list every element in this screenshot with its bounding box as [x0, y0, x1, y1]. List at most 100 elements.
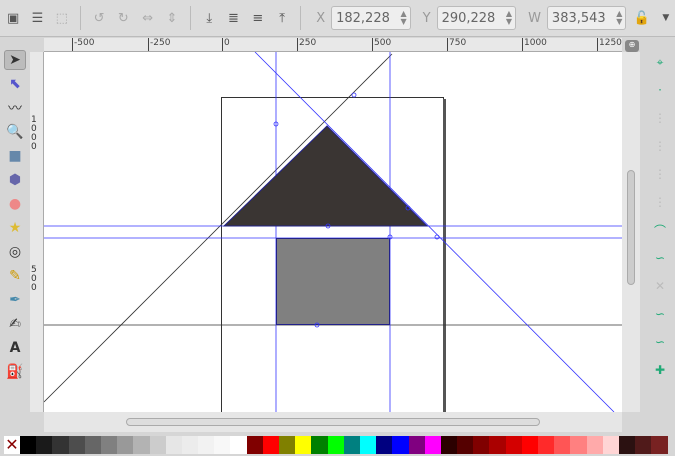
- snap-bbox-corner-icon[interactable]: ⋮: [649, 136, 671, 156]
- scroll-thumb[interactable]: [627, 170, 635, 285]
- color-swatch[interactable]: [100, 436, 118, 454]
- raise-icon[interactable]: ≡: [249, 8, 267, 28]
- color-swatch[interactable]: [230, 436, 247, 454]
- color-swatch[interactable]: [181, 436, 199, 454]
- toolbox: ➤ ⬉ 〰 🔍 ■ ⬢ ● ★ ◎ ✎ ✒ ✍ A ⛽: [0, 38, 30, 420]
- rotate-cw-icon[interactable]: ↻: [114, 8, 132, 28]
- snap-midpoint-icon[interactable]: ✚: [649, 360, 671, 380]
- x-label: X: [316, 10, 326, 26]
- snap-path-icon[interactable]: ∽: [649, 248, 671, 268]
- no-paint-swatch[interactable]: ✕: [4, 436, 20, 454]
- color-swatch[interactable]: [376, 436, 393, 454]
- color-swatch[interactable]: [505, 436, 522, 454]
- spinner-arrows[interactable]: ▲ ▼: [506, 10, 512, 26]
- lower-icon[interactable]: ≣: [224, 8, 242, 28]
- lock-icon[interactable]: 🔓: [632, 8, 650, 28]
- snap-bbox-icon[interactable]: ⋅: [649, 80, 671, 100]
- color-swatch[interactable]: [489, 436, 506, 454]
- ellipse-icon[interactable]: ●: [4, 194, 26, 214]
- color-swatch[interactable]: [554, 436, 571, 454]
- select-all-layers-icon[interactable]: ☰: [28, 8, 46, 28]
- snap-cusp-icon[interactable]: ∽: [649, 304, 671, 324]
- spinner-arrows[interactable]: ▲ ▼: [616, 10, 622, 26]
- pencil-icon[interactable]: ✎: [4, 266, 26, 286]
- calligraphy-icon[interactable]: ✍: [4, 314, 26, 334]
- snap-toggle-icon[interactable]: ⌖: [649, 52, 671, 72]
- color-swatch[interactable]: [149, 436, 166, 454]
- scroll-thumb[interactable]: [126, 418, 540, 426]
- color-swatch[interactable]: [36, 436, 53, 454]
- color-swatch[interactable]: [198, 436, 215, 454]
- color-swatch[interactable]: [327, 436, 344, 454]
- snap-intersection-icon[interactable]: ✕: [649, 276, 671, 296]
- spiral-icon[interactable]: ◎: [4, 242, 26, 262]
- color-swatch[interactable]: [586, 436, 603, 454]
- color-swatch[interactable]: [359, 436, 377, 454]
- lower-to-bottom-icon[interactable]: ⤓: [200, 8, 218, 28]
- select-all-icon[interactable]: ▣: [4, 8, 22, 28]
- color-swatch[interactable]: [457, 436, 474, 454]
- ruler-tick: -250: [148, 38, 170, 51]
- color-swatch[interactable]: [52, 436, 69, 454]
- color-swatch[interactable]: [262, 436, 279, 454]
- color-swatch[interactable]: [84, 436, 101, 454]
- tweak-icon[interactable]: 〰: [4, 98, 26, 118]
- deselect-icon[interactable]: ⬚: [53, 8, 71, 28]
- color-swatch[interactable]: [20, 436, 37, 454]
- color-swatch[interactable]: [635, 436, 652, 454]
- star-icon[interactable]: ★: [4, 218, 26, 238]
- color-swatch[interactable]: [117, 436, 134, 454]
- flip-vertical-icon[interactable]: ⇕: [163, 8, 181, 28]
- spray-icon[interactable]: ⛽: [4, 362, 26, 382]
- vertical-ruler: 1000 500: [30, 52, 44, 412]
- color-swatch[interactable]: [392, 436, 409, 454]
- color-palette: ✕: [0, 434, 675, 456]
- color-swatch[interactable]: [246, 436, 263, 454]
- color-swatch[interactable]: [408, 436, 425, 454]
- zoom-icon[interactable]: 🔍: [4, 122, 26, 142]
- zoom-corner-icon[interactable]: ⊕: [625, 40, 639, 52]
- color-swatch[interactable]: [521, 436, 538, 454]
- snap-bbox-midpoint-icon[interactable]: ⋮: [649, 164, 671, 184]
- color-swatch[interactable]: [473, 436, 490, 454]
- color-swatch[interactable]: [570, 436, 587, 454]
- rotate-ccw-icon[interactable]: ↺: [90, 8, 108, 28]
- color-swatch[interactable]: [343, 436, 360, 454]
- color-swatch[interactable]: [618, 436, 636, 454]
- pen-icon[interactable]: ✒: [4, 290, 26, 310]
- color-swatch[interactable]: [424, 436, 441, 454]
- vertical-scrollbar[interactable]: [622, 52, 640, 412]
- snap-nodes-icon[interactable]: ⌒: [649, 220, 671, 240]
- ruler-tick: 500: [31, 265, 37, 293]
- color-swatch[interactable]: [602, 436, 619, 454]
- x-field[interactable]: 182,228 ▲ ▼: [331, 6, 411, 30]
- color-swatch[interactable]: [214, 436, 231, 454]
- text-icon[interactable]: A: [4, 338, 26, 358]
- spinner-arrows[interactable]: ▲ ▼: [400, 10, 406, 26]
- flip-horizontal-icon[interactable]: ⇔: [138, 8, 156, 28]
- 3d-box-icon[interactable]: ⬢: [4, 170, 26, 190]
- overflow-chevron-icon[interactable]: ▼: [657, 8, 675, 28]
- snap-bbox-edge-icon[interactable]: ⋮: [649, 108, 671, 128]
- rectangle-icon[interactable]: ■: [4, 146, 26, 166]
- color-swatch[interactable]: [133, 436, 150, 454]
- color-swatch[interactable]: [311, 436, 328, 454]
- w-field[interactable]: 383,543 ▲ ▼: [546, 6, 627, 30]
- y-field[interactable]: 290,228 ▲ ▼: [436, 6, 517, 30]
- w-label: W: [528, 10, 541, 26]
- drawing-canvas[interactable]: [44, 52, 622, 412]
- divider: [190, 6, 192, 30]
- horizontal-scrollbar[interactable]: [44, 412, 622, 432]
- selector-icon[interactable]: ➤: [4, 50, 26, 70]
- color-swatch[interactable]: [165, 436, 182, 454]
- raise-to-top-icon[interactable]: ⤒: [273, 8, 291, 28]
- color-swatch[interactable]: [68, 436, 85, 454]
- color-swatch[interactable]: [651, 436, 668, 454]
- snap-bbox-center-icon[interactable]: ⋮: [649, 192, 671, 212]
- snap-smooth-icon[interactable]: ∽: [649, 332, 671, 352]
- color-swatch[interactable]: [279, 436, 296, 454]
- color-swatch[interactable]: [440, 436, 458, 454]
- node-editor-icon[interactable]: ⬉: [4, 74, 26, 94]
- color-swatch[interactable]: [295, 436, 312, 454]
- color-swatch[interactable]: [538, 436, 555, 454]
